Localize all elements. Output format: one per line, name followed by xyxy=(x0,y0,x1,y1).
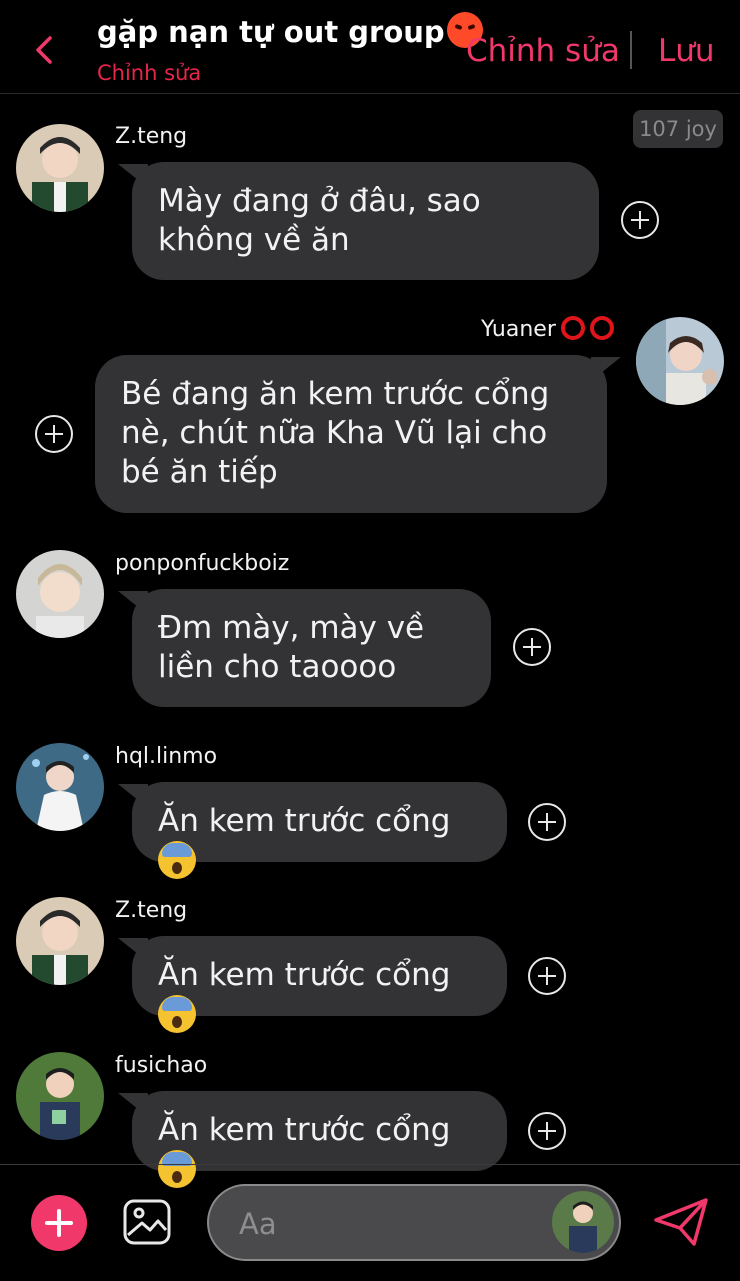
react-plus-icon[interactable] xyxy=(35,415,73,453)
edit-button[interactable]: Chỉnh sửa xyxy=(466,33,620,69)
add-attachment-button[interactable] xyxy=(31,1195,87,1251)
sender-name: hql.linmo xyxy=(115,744,218,769)
avatar-ponponfuckboiz[interactable] xyxy=(16,550,104,638)
composer-divider xyxy=(0,1164,740,1165)
red-rings-icon xyxy=(556,316,614,346)
sender-name-yuaner: Yuaner xyxy=(481,316,614,346)
message-bubble[interactable]: Ăn kem trước cổng xyxy=(132,782,507,879)
avatar-fusichao[interactable] xyxy=(16,1052,104,1140)
chat-header: gặp nạn tự out group Chỉnh sửa Chỉnh sửa… xyxy=(0,0,740,94)
react-plus-icon[interactable] xyxy=(513,628,551,666)
message-bubble[interactable]: Đm mày, mày về liền cho taoooo xyxy=(132,589,491,707)
message-input[interactable] xyxy=(237,1200,531,1248)
send-icon[interactable] xyxy=(652,1196,710,1248)
chat-subtitle-edit[interactable]: Chỉnh sửa xyxy=(97,61,201,85)
composer-avatar[interactable] xyxy=(552,1191,614,1253)
sender-name: Z.teng xyxy=(115,124,188,149)
react-plus-icon[interactable] xyxy=(621,201,659,239)
scared-face-icon xyxy=(158,995,196,1033)
sender-name: Z.teng xyxy=(115,898,188,923)
back-chevron-icon[interactable] xyxy=(28,28,68,72)
image-picker-icon[interactable] xyxy=(122,1197,172,1247)
react-plus-icon[interactable] xyxy=(528,1112,566,1150)
sender-name: fusichao xyxy=(115,1053,208,1078)
avatar-hql-linmo[interactable] xyxy=(16,743,104,831)
message-bubble[interactable]: Bé đang ăn kem trước cổng nè, chút nữa K… xyxy=(95,355,607,513)
react-plus-icon[interactable] xyxy=(528,957,566,995)
message-composer xyxy=(207,1184,621,1261)
chat-title: gặp nạn tự out group xyxy=(97,12,483,49)
message-bubble[interactable]: Ăn kem trước cổng xyxy=(132,1091,507,1188)
message-bubble[interactable]: Ăn kem trước cổng xyxy=(132,936,507,1033)
header-divider xyxy=(630,31,632,69)
avatar-zteng[interactable] xyxy=(16,897,104,985)
avatar-zteng[interactable] xyxy=(16,124,104,212)
message-bubble[interactable]: Mày đang ở đâu, sao không về ăn xyxy=(132,162,599,280)
scared-face-icon xyxy=(158,1150,196,1188)
save-button[interactable]: Lưu xyxy=(658,33,715,69)
sender-name: ponponfuckboiz xyxy=(115,551,290,576)
react-plus-icon[interactable] xyxy=(528,803,566,841)
avatar-yuaner[interactable] xyxy=(636,317,724,405)
scared-face-icon xyxy=(158,841,196,879)
joy-counter-badge: 107 joy xyxy=(633,110,723,148)
